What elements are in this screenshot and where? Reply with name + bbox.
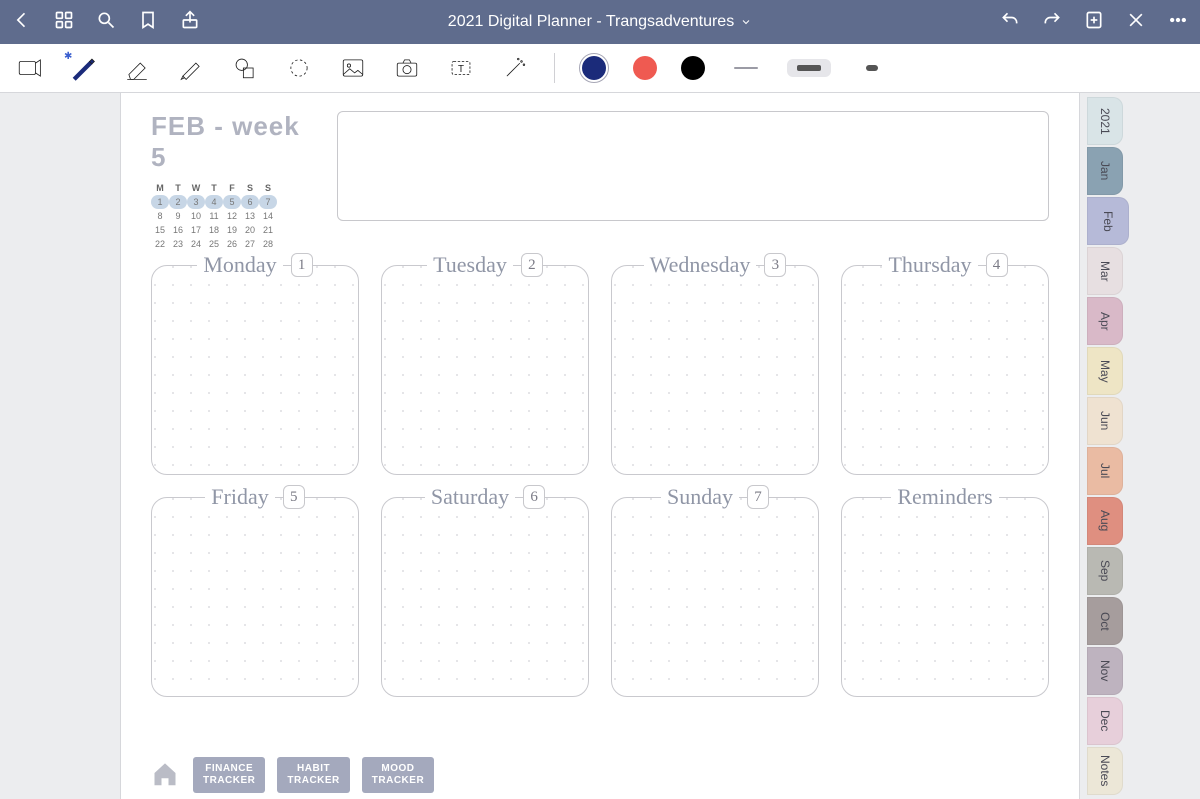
bookmark-button[interactable] — [138, 10, 158, 35]
bluetooth-icon: ✱ — [64, 51, 72, 62]
close-button[interactable] — [1126, 10, 1146, 35]
tab-apr[interactable]: Apr — [1087, 297, 1123, 345]
day-number: 7 — [747, 485, 769, 509]
magic-tool[interactable] — [500, 53, 530, 83]
tab-jan[interactable]: Jan — [1087, 147, 1123, 195]
tab-feb[interactable]: Feb — [1087, 197, 1129, 245]
mini-calendar[interactable]: MTWTFSS123456789101112131415161718192021… — [151, 181, 311, 251]
toolbar: ✱ T — [0, 44, 1200, 93]
tab-jul[interactable]: Jul — [1087, 447, 1123, 495]
workspace: 2021JanFebMarAprMayJunJulAugSepOctNovDec… — [0, 93, 1200, 799]
image-tool[interactable] — [338, 53, 368, 83]
day-box-saturday[interactable]: Saturday6 — [381, 497, 589, 697]
week-notes-box[interactable] — [337, 111, 1049, 221]
day-number: 4 — [986, 253, 1008, 277]
camera-tool[interactable] — [392, 53, 422, 83]
svg-text:T: T — [458, 64, 464, 75]
home-button[interactable] — [151, 759, 179, 792]
side-tabs: 2021JanFebMarAprMayJunJulAugSepOctNovDec… — [1087, 97, 1129, 797]
readonly-toggle[interactable] — [14, 53, 44, 83]
color-red[interactable] — [633, 56, 657, 80]
highlighter-tool[interactable] — [176, 53, 206, 83]
shapes-tool[interactable] — [230, 53, 260, 83]
day-box-thursday[interactable]: Thursday4 — [841, 265, 1049, 475]
document-title[interactable]: 2021 Digital Planner - Trangsadventures — [222, 13, 978, 31]
tab-jun[interactable]: Jun — [1087, 397, 1123, 445]
tab-nov[interactable]: Nov — [1087, 647, 1123, 695]
day-name: Sunday — [661, 484, 739, 510]
grid-view-button[interactable] — [54, 10, 74, 35]
stroke-short[interactable] — [855, 65, 889, 71]
color-black[interactable] — [681, 56, 705, 80]
day-box-tuesday[interactable]: Tuesday2 — [381, 265, 589, 475]
more-button[interactable] — [1168, 10, 1188, 35]
stroke-thin[interactable] — [729, 67, 763, 69]
search-button[interactable] — [96, 10, 116, 35]
day-name: Thursday — [882, 252, 977, 278]
day-number: 5 — [283, 485, 305, 509]
page-title: FEB - week 5 — [151, 111, 311, 173]
day-box-friday[interactable]: Friday5 — [151, 497, 359, 697]
tab-mar[interactable]: Mar — [1087, 247, 1123, 295]
titlebar: 2021 Digital Planner - Trangsadventures — [0, 0, 1200, 44]
share-button[interactable] — [180, 10, 200, 35]
week-grid: Monday1Tuesday2Wednesday3Thursday4 Friday… — [151, 265, 1049, 697]
day-name: Tuesday — [427, 252, 513, 278]
finance-tracker-button[interactable]: FINANCETRACKER — [193, 757, 265, 793]
planner-page[interactable]: 2021JanFebMarAprMayJunJulAugSepOctNovDec… — [120, 93, 1080, 799]
day-number: 6 — [523, 485, 545, 509]
day-box-monday[interactable]: Monday1 — [151, 265, 359, 475]
day-name: Wednesday — [644, 252, 757, 278]
back-button[interactable] — [12, 10, 32, 35]
habit-tracker-button[interactable]: HABITTRACKER — [277, 757, 349, 793]
lasso-tool[interactable] — [284, 53, 314, 83]
pen-tool[interactable]: ✱ — [68, 53, 98, 83]
day-name: Friday — [205, 484, 274, 510]
day-box-wednesday[interactable]: Wednesday3 — [611, 265, 819, 475]
day-box-sunday[interactable]: Sunday7 — [611, 497, 819, 697]
chevron-down-icon — [740, 16, 752, 28]
tab-2021[interactable]: 2021 — [1087, 97, 1123, 145]
add-page-button[interactable] — [1084, 10, 1104, 35]
redo-button[interactable] — [1042, 10, 1062, 35]
tab-dec[interactable]: Dec — [1087, 697, 1123, 745]
day-box-reminders[interactable]: Reminders — [841, 497, 1049, 697]
tab-sep[interactable]: Sep — [1087, 547, 1123, 595]
color-selected[interactable] — [579, 53, 609, 83]
tab-aug[interactable]: Aug — [1087, 497, 1123, 545]
eraser-tool[interactable] — [122, 53, 152, 83]
tab-may[interactable]: May — [1087, 347, 1123, 395]
mood-tracker-button[interactable]: MOODTRACKER — [362, 757, 434, 793]
toolbar-divider — [554, 53, 555, 83]
tab-notes[interactable]: Notes — [1087, 747, 1123, 795]
day-number: 2 — [521, 253, 543, 277]
bottom-row: FINANCETRACKER HABITTRACKER MOODTRACKER — [151, 757, 434, 793]
day-number: 3 — [764, 253, 786, 277]
text-tool[interactable]: T — [446, 53, 476, 83]
document-title-text: 2021 Digital Planner - Trangsadventures — [448, 13, 734, 31]
undo-button[interactable] — [1000, 10, 1020, 35]
day-number: 1 — [291, 253, 313, 277]
stroke-medium[interactable] — [787, 59, 831, 77]
day-name: Monday — [197, 252, 282, 278]
tab-oct[interactable]: Oct — [1087, 597, 1123, 645]
day-name: Reminders — [891, 484, 998, 510]
day-name: Saturday — [425, 484, 515, 510]
